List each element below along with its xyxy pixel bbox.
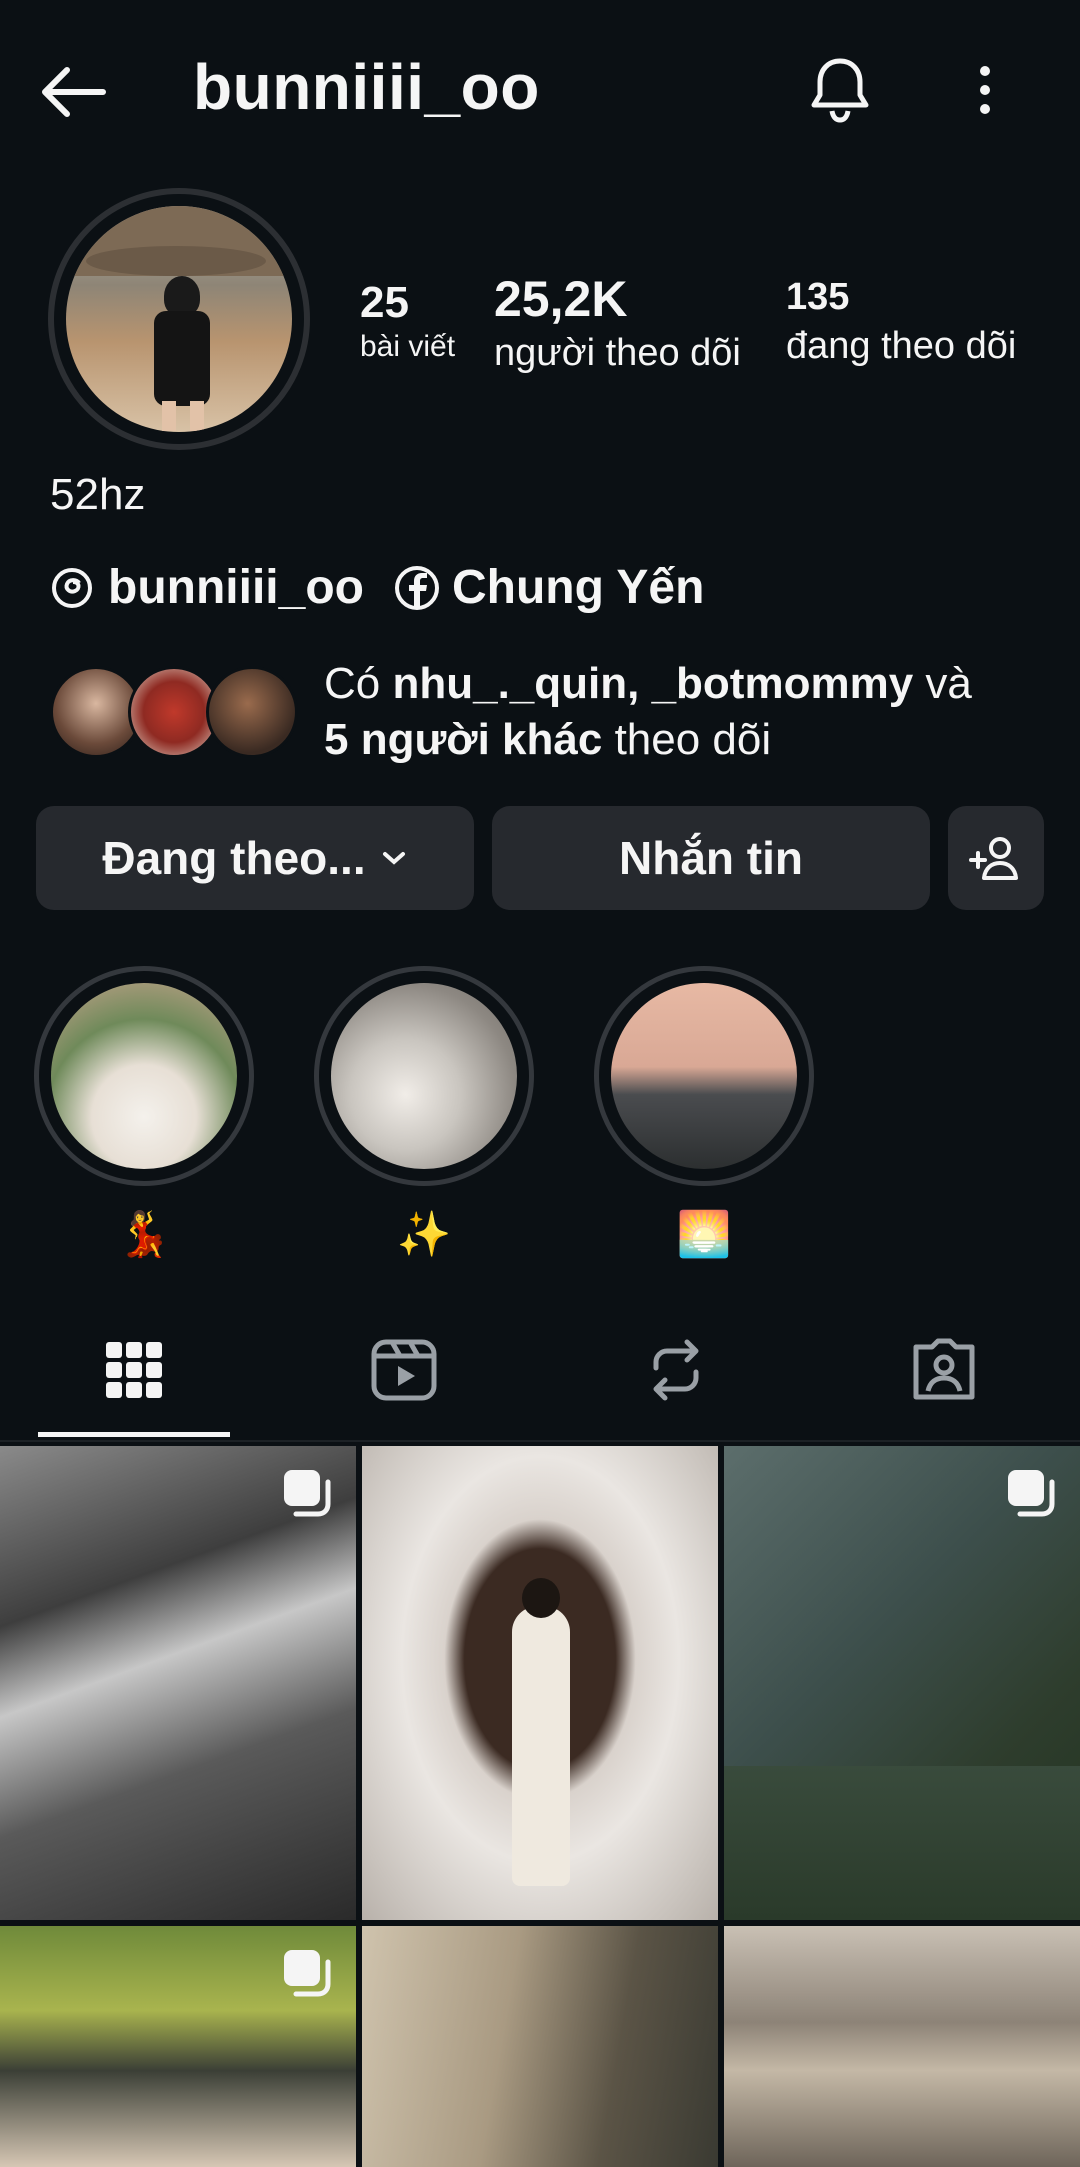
stat-value: 25,2K [494, 271, 628, 327]
carousel-icon [284, 1470, 331, 1517]
highlight-label: 🌅 [676, 1210, 732, 1259]
stat-value: 25 [360, 278, 409, 327]
post-thumbnail[interactable] [0, 1926, 356, 2167]
tab-tagged[interactable] [904, 1330, 984, 1410]
mutual-avatar [206, 666, 298, 758]
more-options-icon[interactable] [960, 50, 1010, 130]
stat-label: người theo dõi [494, 332, 741, 374]
message-button[interactable]: Nhắn tin [492, 806, 930, 910]
post-thumbnail[interactable] [724, 1446, 1080, 1920]
followed-others: 5 người khác [324, 715, 603, 764]
story-highlight[interactable]: 💃 [34, 966, 254, 1260]
highlight-label: ✨ [396, 1210, 452, 1259]
following-button[interactable]: Đang theo... [36, 806, 474, 910]
post-thumbnail[interactable] [362, 1446, 718, 1920]
tagged-person-icon [913, 1338, 975, 1400]
following-button-label: Đang theo... [102, 832, 366, 884]
carousel-icon [1008, 1470, 1055, 1517]
repost-icon [653, 1339, 699, 1401]
profile-username-title: bunniiii_oo [193, 51, 540, 123]
tab-reposts[interactable] [636, 1330, 716, 1410]
facebook-name: Chung Yến [451, 561, 705, 614]
post-thumbnail[interactable] [0, 1446, 356, 1920]
facebook-icon [394, 565, 439, 610]
profile-bio: 52hz [50, 470, 146, 519]
stat-label: đang theo dõi [786, 325, 1017, 367]
story-highlight[interactable]: ✨ [314, 966, 534, 1260]
active-tab-indicator [38, 1432, 230, 1437]
story-highlight[interactable]: 🌅 [594, 966, 814, 1260]
reels-icon [371, 1339, 437, 1401]
facebook-link[interactable]: Chung Yến [394, 560, 704, 615]
tab-reels[interactable] [364, 1330, 444, 1410]
message-button-label: Nhắn tin [619, 832, 803, 884]
suggest-people-button[interactable] [948, 806, 1044, 910]
followed-middle: và [913, 659, 972, 708]
tab-divider [0, 1440, 1080, 1442]
profile-links: bunniiii_oo Chung Yến [50, 560, 734, 615]
stat-value: 135 [786, 276, 850, 318]
threads-username: bunniiii_oo [108, 561, 364, 614]
stat-posts[interactable]: 25 bài viết [360, 278, 455, 364]
carousel-icon [284, 1950, 331, 1997]
stat-following[interactable]: 135 đang theo dõi [786, 276, 1016, 368]
back-arrow-icon[interactable] [30, 50, 114, 134]
highlight-label: 💃 [116, 1210, 172, 1259]
threads-icon [52, 567, 92, 608]
mutual-followers-text: Có nhu_._quin, _botmommy và 5 người khác… [324, 656, 972, 768]
add-person-icon [969, 837, 1018, 880]
highlight-cover [611, 983, 797, 1169]
profile-avatar[interactable] [48, 188, 310, 450]
highlight-cover [51, 983, 237, 1169]
stat-followers[interactable]: 25,2K người theo dõi [494, 270, 741, 375]
tab-posts-grid[interactable] [94, 1330, 174, 1410]
chevron-down-icon [382, 852, 405, 865]
post-thumbnail[interactable] [724, 1926, 1080, 2167]
mutual-followers[interactable]: Có nhu_._quin, _botmommy và 5 người khác… [50, 656, 972, 768]
avatar-photo [66, 206, 292, 432]
followed-prefix: Có [324, 659, 393, 708]
threads-link[interactable]: bunniiii_oo [50, 560, 364, 615]
followed-names: nhu_._quin, _botmommy [392, 659, 914, 708]
notification-bell-icon[interactable] [800, 50, 880, 130]
post-thumbnail[interactable] [362, 1926, 718, 2167]
followed-suffix: theo dõi [602, 715, 772, 764]
highlight-cover [331, 983, 517, 1169]
stat-label: bài viết [360, 330, 456, 363]
grid-icon [106, 1342, 162, 1398]
